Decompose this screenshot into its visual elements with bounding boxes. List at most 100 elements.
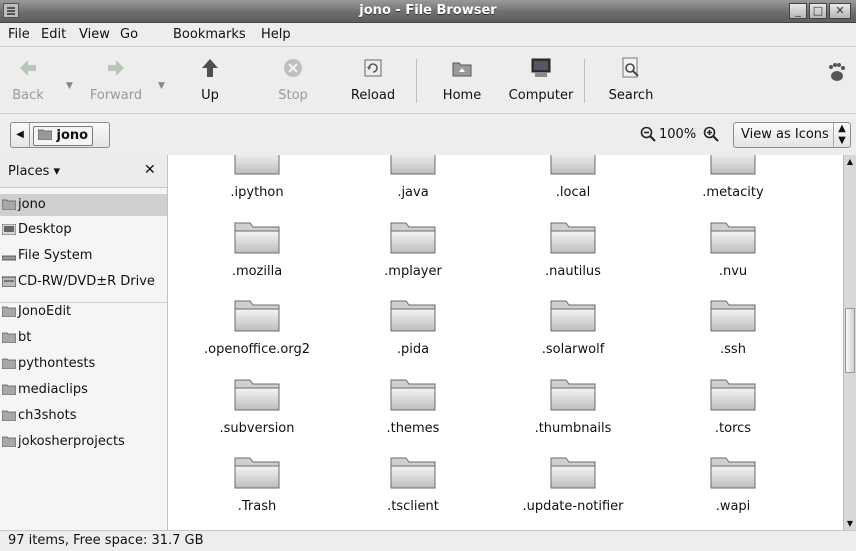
maximize-button[interactable]: □ <box>809 3 827 19</box>
folder-icon <box>550 155 596 175</box>
sidebar-item[interactable]: bt <box>0 327 167 349</box>
file-name: .java <box>397 185 429 200</box>
sidebar-item-label: File System <box>18 248 93 263</box>
folder-icon <box>234 457 280 489</box>
folder-icon <box>234 379 280 411</box>
file-name: .mozilla <box>231 264 283 279</box>
menu-go[interactable]: Go <box>120 27 138 42</box>
up-label: Up <box>201 88 219 103</box>
file-item[interactable]: .mozilla <box>182 218 332 279</box>
drive-icon <box>2 255 16 261</box>
file-item[interactable]: .ipython <box>182 155 332 200</box>
stop-button[interactable]: Stop <box>275 53 311 103</box>
file-item[interactable]: .ssh <box>658 296 808 357</box>
file-item[interactable]: .thumbnails <box>498 375 648 436</box>
file-item[interactable]: .tsclient <box>338 453 488 514</box>
home-folder-icon <box>37 129 53 141</box>
path-left-arrow-icon[interactable]: ◀ <box>11 123 30 147</box>
file-name: .tsclient <box>387 499 439 514</box>
folder-icon <box>2 410 16 421</box>
close-button[interactable]: ✕ <box>829 3 851 19</box>
file-item[interactable]: .local <box>498 155 648 200</box>
file-item[interactable]: .solarwolf <box>498 296 648 357</box>
breadcrumb[interactable]: jono <box>33 126 94 146</box>
scrollbar-thumb[interactable] <box>845 308 855 373</box>
file-item[interactable]: .nautilus <box>498 218 648 279</box>
file-item[interactable]: .update-notifier <box>498 453 648 514</box>
sidebar-item[interactable]: jono <box>0 194 167 216</box>
folder-icon <box>390 457 436 489</box>
menu-edit[interactable]: Edit <box>41 27 66 42</box>
computer-button[interactable]: Computer <box>507 53 575 103</box>
file-name: .update-notifier <box>522 499 624 514</box>
file-item[interactable]: .pida <box>338 296 488 357</box>
file-name: .pida <box>396 342 430 357</box>
home-folder-icon <box>452 62 472 77</box>
file-item[interactable]: .mplayer <box>338 218 488 279</box>
menu-file[interactable]: File <box>8 27 30 42</box>
sidebar-item[interactable]: pythontests <box>0 353 167 375</box>
file-item[interactable]: .Trash <box>182 453 332 514</box>
back-button[interactable]: Back <box>8 53 48 103</box>
file-item[interactable]: .themes <box>338 375 488 436</box>
file-item[interactable]: .wapi <box>658 453 808 514</box>
menu-view[interactable]: View <box>79 27 110 42</box>
stop-label: Stop <box>278 88 308 103</box>
zoom-in-icon[interactable] <box>703 126 719 142</box>
file-name: .openoffice.org2 <box>204 342 310 357</box>
sidebar-item-label: Desktop <box>18 222 72 237</box>
file-item[interactable]: .openoffice.org2 <box>182 296 332 357</box>
file-item[interactable]: .nvu <box>658 218 808 279</box>
reload-button[interactable]: Reload <box>349 53 397 103</box>
desktop-icon <box>2 224 16 235</box>
folder-icon <box>550 222 596 254</box>
scroll-down-icon[interactable]: ▼ <box>844 517 856 530</box>
zoom-out-icon[interactable] <box>640 126 656 142</box>
sidebar-item-label: JonoEdit <box>18 304 72 319</box>
reload-label: Reload <box>350 88 396 103</box>
file-item[interactable]: .java <box>338 155 488 200</box>
folder-icon <box>2 306 16 317</box>
menu-bookmarks[interactable]: Bookmarks <box>173 27 246 42</box>
computer-label: Computer <box>508 88 574 103</box>
sidebar-item[interactable]: mediaclips <box>0 379 167 401</box>
folder-icon <box>390 379 436 411</box>
file-name: .solarwolf <box>541 342 605 357</box>
file-name: .thumbnails <box>534 421 612 436</box>
close-sidebar-icon[interactable]: ✕ <box>144 162 156 178</box>
toolbar: Back ▼ Forward ▼ Up Stop Reload Home Com… <box>0 46 856 114</box>
places-dropdown[interactable]: Places ▾ <box>8 164 60 179</box>
back-history-chevron-icon[interactable]: ▼ <box>66 81 73 91</box>
sidebar-item[interactable]: ch3shots <box>0 405 167 427</box>
search-icon <box>622 57 639 78</box>
scroll-up-icon[interactable]: ▲ <box>844 155 856 168</box>
home-button[interactable]: Home <box>440 53 484 103</box>
breadcrumb-label: jono <box>56 128 89 143</box>
search-button[interactable]: Search <box>607 53 655 103</box>
view-mode-select[interactable]: View as Icons ▲ ▼ <box>733 122 851 148</box>
gnome-foot-logo-icon <box>829 63 845 81</box>
file-item[interactable]: .subversion <box>182 375 332 436</box>
file-item[interactable]: .torcs <box>658 375 808 436</box>
sidebar-item[interactable]: CD-RW/DVD±R Drive <box>0 271 167 293</box>
sidebar-item[interactable]: Desktop <box>0 219 167 241</box>
up-button[interactable]: Up <box>195 53 225 103</box>
file-name: .torcs <box>714 421 752 436</box>
sidebar-item[interactable]: File System <box>0 245 167 267</box>
sidebar-item-label: jokosherprojects <box>18 434 125 449</box>
forward-button[interactable]: Forward <box>88 53 144 103</box>
forward-label: Forward <box>89 88 143 103</box>
sidebar-divider <box>0 302 167 303</box>
file-item[interactable]: .metacity <box>658 155 808 200</box>
sidebar-item[interactable]: jokosherprojects <box>0 431 167 453</box>
folder-icon <box>390 222 436 254</box>
zoom-level[interactable]: 100% <box>659 127 696 142</box>
vertical-scrollbar[interactable]: ▲ ▼ <box>843 155 856 530</box>
file-name: .Trash <box>237 499 277 514</box>
home-label: Home <box>442 88 482 103</box>
forward-history-chevron-icon[interactable]: ▼ <box>158 81 165 91</box>
menu-help[interactable]: Help <box>261 27 291 42</box>
folder-icon <box>234 300 280 332</box>
minimize-button[interactable]: _ <box>789 3 807 19</box>
sidebar-item[interactable]: JonoEdit <box>0 301 167 323</box>
